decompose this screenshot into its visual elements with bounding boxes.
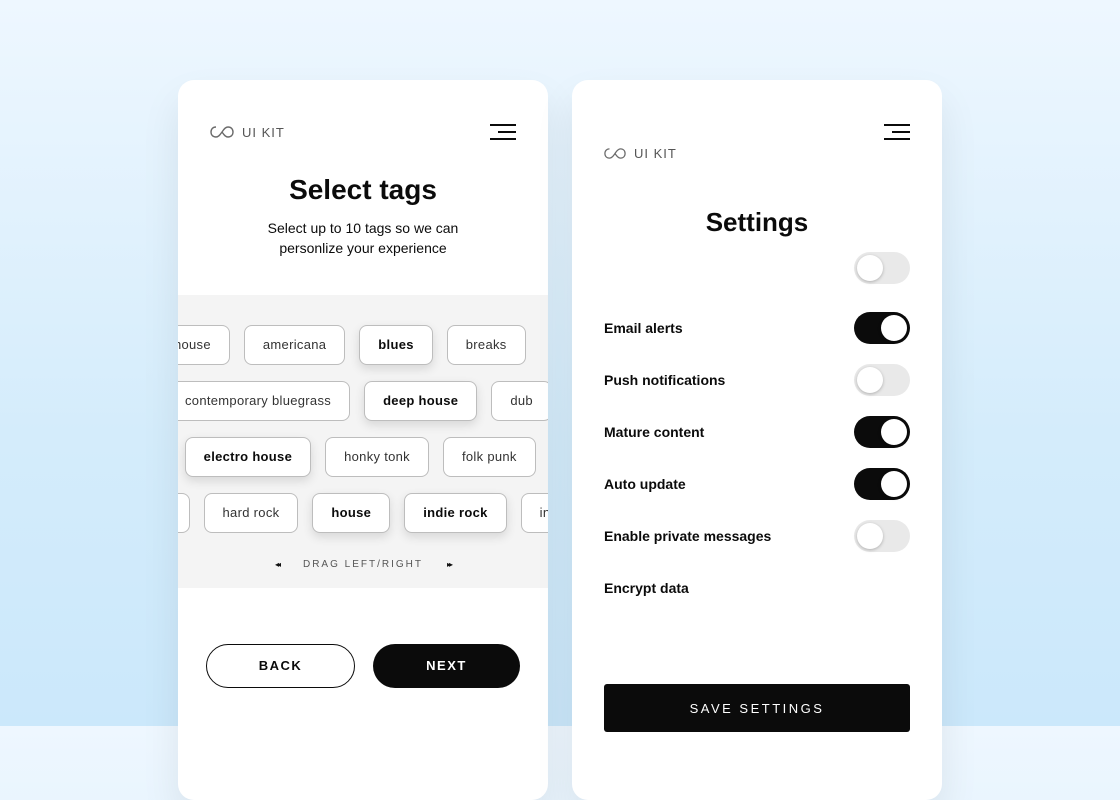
drag-hint-label: DRAG LEFT/RIGHT (303, 559, 423, 570)
tag-chip[interactable]: breaks (447, 325, 526, 365)
footer-buttons: BACK NEXT (178, 588, 548, 688)
chevron-left-icon: ◂◂ (275, 560, 279, 569)
setting-label: Mature content (604, 423, 704, 442)
setting-row: Mature content (604, 406, 910, 458)
select-tags-card: UI KIT Select tags Select up to 10 tags … (178, 80, 548, 800)
menu-button[interactable] (490, 124, 516, 140)
tag-chip[interactable]: americana (244, 325, 345, 365)
setting-toggle[interactable] (854, 312, 910, 344)
page-subtitle: Select up to 10 tags so we can personliz… (253, 218, 473, 259)
page-title: Select tags (210, 174, 516, 206)
save-settings-button[interactable]: SAVE SETTINGS (604, 684, 910, 732)
tag-chip[interactable]: in (521, 493, 548, 533)
infinity-icon (210, 125, 234, 139)
card-header (572, 80, 942, 140)
menu-button[interactable] (884, 124, 910, 140)
setting-row: Encrypt data (604, 562, 910, 614)
setting-label: Enable private messages (604, 527, 771, 546)
tag-chip[interactable]: contemporary bluegrass (178, 381, 350, 421)
setting-toggle[interactable] (854, 520, 910, 552)
setting-toggle[interactable] (854, 468, 910, 500)
tag-chip[interactable]: deep house (364, 381, 477, 421)
tag-chip[interactable]: folk punk (443, 437, 536, 477)
tag-chip[interactable]: acid house (178, 325, 230, 365)
setting-toggle[interactable] (854, 416, 910, 448)
settings-list: Email alerts Push notifications Mature con… (572, 284, 942, 614)
tag-chip[interactable]: dub (491, 381, 548, 421)
toggle-orphan[interactable] (854, 252, 910, 284)
setting-label: Auto update (604, 475, 686, 494)
page-title: Settings (572, 207, 942, 238)
infinity-icon (604, 147, 626, 160)
tag-chip[interactable]: house (312, 493, 390, 533)
setting-label: Email alerts (604, 319, 683, 338)
tag-scroller[interactable]: acid house americana blues breaks contempor… (178, 295, 548, 588)
tag-chip[interactable]: indie rock (404, 493, 506, 533)
tag-chip[interactable]: honky tonk (325, 437, 429, 477)
tag-chip[interactable]: e (178, 493, 190, 533)
setting-toggle[interactable] (854, 364, 910, 396)
setting-row: Email alerts (604, 302, 910, 354)
title-block: Select tags Select up to 10 tags so we c… (178, 140, 548, 275)
tag-chip[interactable]: hard rock (204, 493, 299, 533)
back-button[interactable]: BACK (206, 644, 355, 688)
drag-hint: ◂◂ DRAG LEFT/RIGHT ▸▸ (178, 549, 548, 570)
settings-card: UI KIT Settings Email alerts Push notific… (572, 80, 942, 800)
brand-logo: UI KIT (210, 125, 285, 140)
setting-row: Enable private messages (604, 510, 910, 562)
brand-logo: UI KIT (604, 146, 910, 161)
chevron-right-icon: ▸▸ (447, 560, 451, 569)
setting-label: Push notifications (604, 371, 725, 390)
setting-label: Encrypt data (604, 579, 689, 598)
brand-name: UI KIT (242, 125, 285, 140)
setting-row: Push notifications (604, 354, 910, 406)
card-header: UI KIT (178, 80, 548, 140)
tag-chip[interactable]: blues (359, 325, 432, 365)
tag-chip[interactable]: electro house (185, 437, 311, 477)
next-button[interactable]: NEXT (373, 644, 520, 688)
brand-name: UI KIT (634, 146, 677, 161)
setting-row: Auto update (604, 458, 910, 510)
